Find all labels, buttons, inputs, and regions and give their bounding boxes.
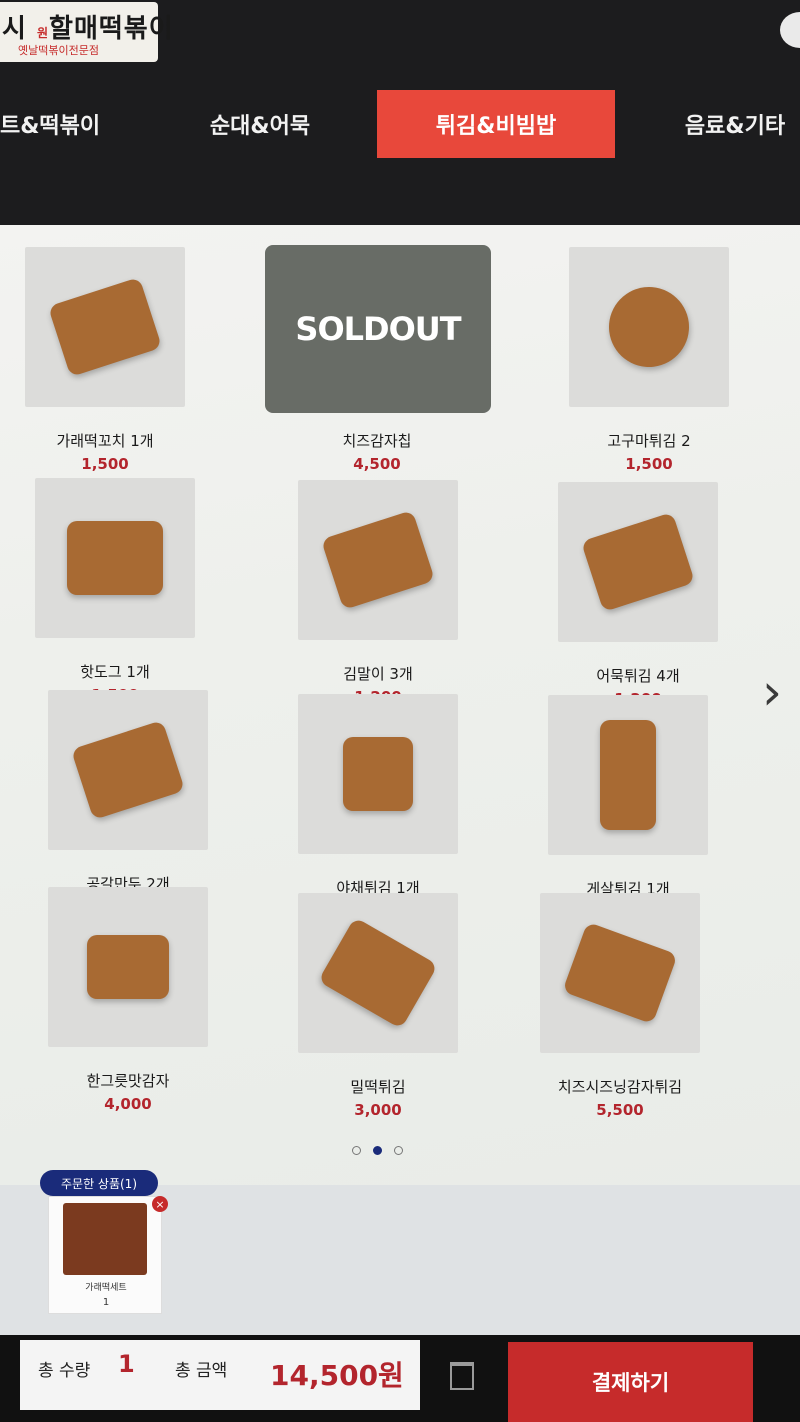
- logo-subtitle: 옛날떡볶이전문점: [18, 44, 99, 57]
- food-image: [548, 695, 708, 855]
- food-image: [558, 482, 718, 642]
- total-qty-label: 총 수량: [38, 1361, 91, 1381]
- food-image: [540, 893, 700, 1053]
- food-image: [48, 690, 208, 850]
- item-name: 고구마튀김 2: [607, 432, 691, 450]
- menu-item[interactable]: 가래떡꼬치 1개 1,500: [0, 247, 225, 473]
- total-amount-label: 총 금액: [175, 1361, 228, 1381]
- food-image: [298, 694, 458, 854]
- item-price: 4,500: [353, 455, 401, 473]
- item-price: 1,500: [81, 455, 129, 473]
- ordered-item-card[interactable]: 가래떡세트 1: [48, 1196, 162, 1314]
- ordered-item-qty: 1: [102, 1297, 110, 1308]
- trash-icon[interactable]: [450, 1362, 474, 1390]
- item-name: 한그릇맛감자: [86, 1072, 170, 1090]
- item-price: 5,500: [596, 1101, 644, 1119]
- item-price: 3,000: [354, 1101, 402, 1119]
- soldout-overlay: SOLDOUT: [265, 245, 491, 413]
- total-qty-value: 1: [118, 1350, 135, 1378]
- menu-item[interactable]: 치즈시즈닝감자튀김 5,500: [500, 893, 740, 1119]
- logo-title-prefix: 시: [2, 14, 27, 44]
- page-dot[interactable]: [352, 1146, 361, 1155]
- tab-drinks-etc[interactable]: 음료&기타: [670, 90, 800, 158]
- item-name: 김말이 3개: [343, 665, 413, 683]
- next-page-arrow-icon[interactable]: ›: [762, 664, 790, 720]
- brand-logo: 시 원할매떡볶이 옛날떡볶이전문점: [0, 2, 173, 62]
- page-dot[interactable]: [394, 1146, 403, 1155]
- ordered-item-name: 가래떡세트: [85, 1283, 127, 1293]
- item-price: 4,000: [104, 1095, 152, 1113]
- food-image: [298, 480, 458, 640]
- food-image: [25, 247, 185, 407]
- menu-item[interactable]: 어묵튀김 4개 1,200: [518, 482, 758, 708]
- menu-item[interactable]: 김말이 3개 1,200: [258, 480, 498, 706]
- menu-item[interactable]: 고구마튀김 2 1,500: [529, 247, 769, 473]
- ordered-item-image: [63, 1203, 147, 1275]
- menu-item[interactable]: 공갈만두 2개 1,200: [8, 690, 248, 916]
- item-name: 핫도그 1개: [80, 663, 150, 681]
- item-name: 치즈감자칩: [342, 432, 412, 450]
- page-indicator: [352, 1146, 403, 1155]
- page-dot-active[interactable]: [373, 1146, 382, 1155]
- food-image: [35, 478, 195, 638]
- pay-button[interactable]: 결제하기: [508, 1342, 753, 1422]
- item-price: 1,500: [625, 455, 673, 473]
- logo-mark: 원: [36, 26, 50, 40]
- tab-fried-bibimbap[interactable]: 튀김&비빔밥: [377, 90, 615, 158]
- menu-item[interactable]: 핫도그 1개 1,500: [0, 478, 235, 704]
- item-name: 치즈시즈닝감자튀김: [557, 1078, 683, 1096]
- menu-item[interactable]: 한그릇맛감자 4,000: [8, 887, 248, 1113]
- item-name: 밀떡튀김: [350, 1078, 406, 1096]
- total-amount-value: 14,500원: [270, 1359, 404, 1392]
- food-image: [569, 247, 729, 407]
- tab-sundae-eomuk[interactable]: 순대&어묵: [180, 90, 340, 158]
- tab-tteokbokki[interactable]: 트&떡볶이: [0, 90, 100, 158]
- menu-item[interactable]: 게살튀김 1개 1,000: [508, 695, 748, 921]
- food-image: [48, 887, 208, 1047]
- food-image: [298, 893, 458, 1053]
- menu-item[interactable]: 밀떡튀김 3,000: [258, 893, 498, 1119]
- logo-title-main: 할매떡볶이: [49, 14, 174, 44]
- remove-item-icon[interactable]: ×: [152, 1196, 168, 1212]
- ordered-items-badge: 주문한 상품(1): [40, 1170, 158, 1196]
- soldout-label: SOLDOUT: [295, 310, 461, 348]
- logo-title: 시 원할매떡볶이: [2, 8, 174, 45]
- menu-item[interactable]: 야채튀김 1개 1,200: [258, 694, 498, 920]
- item-name: 가래떡꼬치 1개: [56, 432, 154, 450]
- item-name: 어묵튀김 4개: [596, 667, 680, 685]
